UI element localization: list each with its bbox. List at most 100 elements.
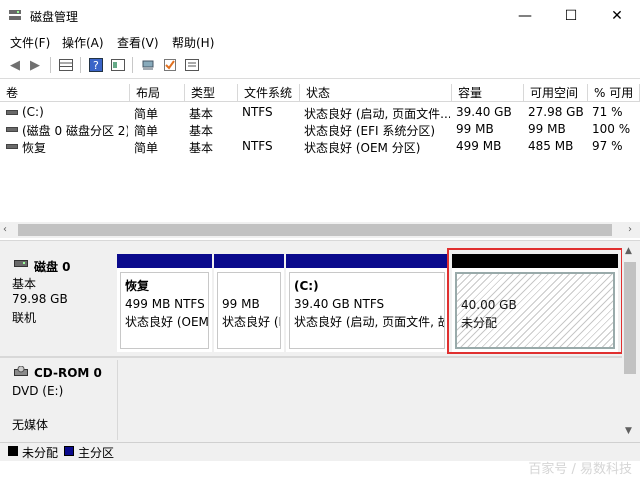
cell-type: 基本 xyxy=(189,124,214,138)
settings-icon[interactable] xyxy=(183,56,201,74)
scroll-left-icon[interactable]: ‹ xyxy=(3,224,7,235)
cdrom-label[interactable]: CD-ROM 0 DVD (E:) 无媒体 xyxy=(4,360,114,440)
primary-partition-bar xyxy=(117,254,212,268)
properties-icon[interactable] xyxy=(109,56,127,74)
cdrom-media: 无媒体 xyxy=(12,418,49,432)
column-header-filesystem[interactable]: 文件系统 xyxy=(238,84,300,102)
primary-partition-bar xyxy=(214,254,284,268)
minimize-icon: — xyxy=(518,8,532,24)
toolbar-separator xyxy=(80,57,81,73)
legend-unallocated: 未分配 xyxy=(22,446,59,460)
partition-size: 499 MB NTFS xyxy=(125,297,205,311)
cell-free-space: 27.98 GB xyxy=(528,105,584,119)
close-button[interactable]: ✕ xyxy=(594,0,640,32)
help-icon[interactable]: ? xyxy=(87,56,105,74)
watermark: 百家号 / 易数科技 xyxy=(528,462,632,477)
cell-capacity: 99 MB xyxy=(456,122,494,136)
check-icon[interactable] xyxy=(161,56,179,74)
cdrom-drive: DVD (E:) xyxy=(12,384,64,398)
disk-0-size: 79.98 GB xyxy=(12,292,68,306)
toolbar-separator xyxy=(50,57,51,73)
cdrom-area xyxy=(117,360,622,440)
column-header-status[interactable]: 状态 xyxy=(300,84,452,102)
partition-name: 恢复 xyxy=(125,279,150,293)
partition-efi[interactable]: 99 MB 状态良好 (I xyxy=(214,254,284,352)
partition-name: (C:) xyxy=(294,279,319,293)
column-header-type[interactable]: 类型 xyxy=(185,84,238,102)
disk-icon xyxy=(14,260,28,267)
disk-separator xyxy=(0,356,622,358)
horizontal-scroll-thumb[interactable] xyxy=(18,224,612,236)
cell-layout: 简单 xyxy=(134,124,159,138)
window-title: 磁盘管理 xyxy=(30,10,79,24)
disk-0-type: 基本 xyxy=(12,277,37,291)
maximize-button[interactable]: ☐ xyxy=(548,0,594,32)
partition-status: 状态良好 (OEM xyxy=(125,315,209,329)
menu-file[interactable]: 文件(F) xyxy=(10,34,50,51)
partition-status: 状态良好 (启动, 页面文件, 故 xyxy=(294,315,445,329)
disk-0-name: 磁盘 0 xyxy=(34,260,71,274)
cell-volume: (磁盘 0 磁盘分区 2) xyxy=(22,124,128,138)
column-header-capacity[interactable]: 容量 xyxy=(452,84,524,102)
cell-status: 状态良好 (EFI 系统分区) xyxy=(304,124,436,138)
cell-layout: 简单 xyxy=(134,107,159,121)
partition-name xyxy=(222,277,276,295)
cell-percent-free: 97 % xyxy=(592,139,623,153)
horizontal-scrollbar[interactable]: ‹ › xyxy=(0,222,640,238)
cell-volume: 恢复 xyxy=(22,141,47,155)
cell-volume: (C:) xyxy=(22,105,44,119)
unallocated-swatch xyxy=(8,446,18,456)
scroll-up-icon[interactable]: ▲ xyxy=(625,246,632,256)
volume-icon xyxy=(6,110,18,115)
disk-0-label[interactable]: 磁盘 0 基本 79.98 GB 联机 xyxy=(4,254,114,352)
cell-type: 基本 xyxy=(189,141,214,155)
menu-action[interactable]: 操作(A) xyxy=(62,34,104,51)
highlight-box xyxy=(447,248,623,354)
cell-percent-free: 100 % xyxy=(592,122,631,136)
svg-text:?: ? xyxy=(93,59,99,72)
disk-0-status: 联机 xyxy=(12,311,37,325)
primary-swatch xyxy=(64,446,74,456)
disk-management-app-icon xyxy=(8,9,22,21)
column-header-percent-free[interactable]: % 可用 xyxy=(588,84,640,102)
maximize-icon: ☐ xyxy=(564,8,578,24)
close-icon: ✕ xyxy=(611,8,623,24)
cell-percent-free: 71 % xyxy=(592,105,623,119)
partition-status: 状态良好 (I xyxy=(222,315,281,329)
connect-icon[interactable] xyxy=(139,56,157,74)
primary-partition-bar xyxy=(286,254,448,268)
partition-recovery[interactable]: 恢复 499 MB NTFS 状态良好 (OEM xyxy=(117,254,212,352)
partition-size: 39.40 GB NTFS xyxy=(294,297,385,311)
column-header-free-space[interactable]: 可用空间 xyxy=(524,84,588,102)
minimize-button[interactable]: — xyxy=(502,0,548,32)
vertical-scroll-thumb[interactable] xyxy=(624,262,636,374)
vertical-scrollbar[interactable]: ▲ ▼ xyxy=(622,244,638,440)
forward-icon[interactable]: ▶ xyxy=(26,56,44,74)
toolbar-separator xyxy=(132,57,133,73)
column-header-volume[interactable]: 卷 xyxy=(0,84,130,102)
menu-help[interactable]: 帮助(H) xyxy=(172,34,214,51)
column-header-layout[interactable]: 布局 xyxy=(130,84,185,102)
scroll-down-icon[interactable]: ▼ xyxy=(625,426,632,436)
back-icon[interactable]: ◀ xyxy=(6,56,24,74)
cell-layout: 简单 xyxy=(134,141,159,155)
volume-icon xyxy=(6,127,18,132)
cell-free-space: 99 MB xyxy=(528,122,566,136)
cell-status: 状态良好 (OEM 分区) xyxy=(304,141,421,155)
partition-size: 99 MB xyxy=(222,297,260,311)
cell-filesystem: NTFS xyxy=(242,105,273,119)
cell-capacity: 499 MB xyxy=(456,139,502,153)
legend-primary: 主分区 xyxy=(78,446,115,460)
cell-type: 基本 xyxy=(189,107,214,121)
menu-view[interactable]: 查看(V) xyxy=(117,34,159,51)
cell-capacity: 39.40 GB xyxy=(456,105,512,119)
cell-free-space: 485 MB xyxy=(528,139,574,153)
volume-icon xyxy=(6,144,18,149)
cdrom-name: CD-ROM 0 xyxy=(34,366,102,380)
cell-status: 状态良好 (启动, 页面文件... xyxy=(304,107,450,121)
cdrom-icon xyxy=(14,366,28,376)
title-bar: 磁盘管理 — ☐ ✕ xyxy=(0,0,640,32)
disk-list-icon[interactable] xyxy=(57,56,75,74)
partition-c[interactable]: (C:) 39.40 GB NTFS 状态良好 (启动, 页面文件, 故 xyxy=(286,254,448,352)
scroll-right-icon[interactable]: › xyxy=(628,224,632,235)
